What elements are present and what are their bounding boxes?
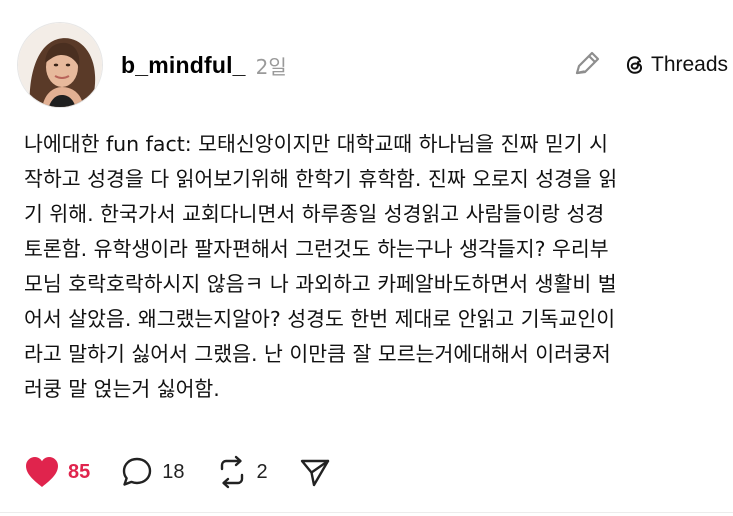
like-button[interactable]: 85 — [24, 455, 90, 489]
divider — [0, 512, 733, 513]
threads-badge[interactable]: Threads — [624, 50, 728, 80]
avatar[interactable] — [17, 22, 103, 108]
threads-logo-icon — [626, 56, 643, 74]
reply-button[interactable]: 18 — [120, 455, 185, 489]
share-button[interactable] — [298, 455, 332, 489]
send-icon — [300, 459, 329, 487]
repost-count: 2 — [256, 460, 268, 483]
username[interactable]: b_mindful_ — [121, 52, 246, 79]
timestamp: 2일 — [255, 54, 287, 79]
heart-icon — [26, 457, 58, 487]
post-header: b_mindful_ 2일 — [121, 48, 287, 82]
repost-icon — [220, 455, 243, 489]
reply-count: 18 — [162, 460, 185, 483]
speech-bubble-icon — [123, 457, 152, 486]
action-bar: 85 18 2 — [24, 452, 362, 492]
pencil-icon[interactable] — [571, 48, 603, 80]
threads-label: Threads — [651, 53, 729, 76]
profile-photo — [18, 23, 102, 107]
repost-button[interactable]: 2 — [215, 455, 268, 489]
post-text: 나에대한 fun fact: 모태신앙이지만 대학교때 하나님을 진짜 믿기 시… — [24, 132, 618, 401]
like-count: 85 — [68, 460, 91, 483]
